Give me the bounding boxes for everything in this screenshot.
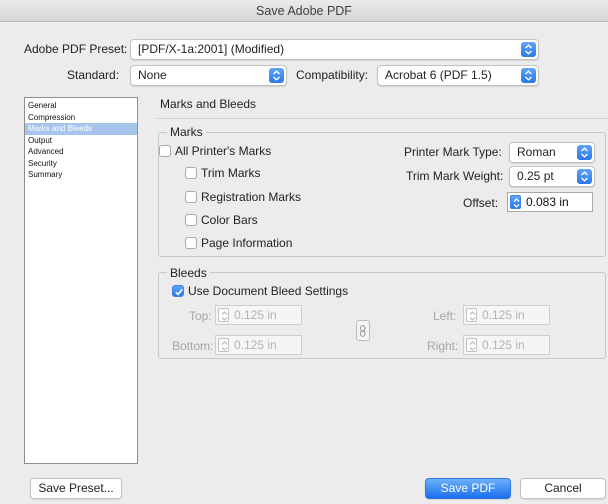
chevron-updown-icon bbox=[269, 68, 284, 83]
right-field[interactable]: 0.125 in bbox=[463, 335, 550, 355]
cancel-button[interactable]: Cancel bbox=[520, 478, 606, 499]
offset-field[interactable]: 0.083 in bbox=[507, 192, 593, 212]
page-information-label: Page Information bbox=[201, 236, 293, 250]
left-label: Left: bbox=[433, 309, 457, 323]
mark-type-value: Roman bbox=[517, 145, 556, 159]
registration-marks-label: Registration Marks bbox=[201, 190, 302, 204]
compat-value: Acrobat 6 (PDF 1.5) bbox=[385, 68, 492, 82]
left-field[interactable]: 0.125 in bbox=[463, 305, 550, 325]
all-printers-marks-label: All Printer's Marks bbox=[175, 144, 272, 158]
checkmark-icon bbox=[175, 288, 183, 296]
offset-label: Offset: bbox=[463, 196, 499, 210]
offset-value: 0.083 in bbox=[526, 195, 569, 209]
stepper-icon[interactable] bbox=[510, 195, 521, 209]
trim-marks-label: Trim Marks bbox=[201, 166, 261, 180]
trim-weight-popup[interactable]: 0.25 pt bbox=[509, 166, 595, 187]
trim-marks-checkbox[interactable] bbox=[185, 167, 197, 179]
mark-type-popup[interactable]: Roman bbox=[509, 142, 595, 163]
chain-link-icon[interactable] bbox=[356, 320, 370, 341]
top-label: Top: bbox=[189, 309, 212, 323]
sidebar-item-compression[interactable]: Compression bbox=[25, 112, 137, 124]
preset-popup[interactable]: [PDF/X-1a:2001] (Modified) bbox=[130, 39, 539, 60]
color-bars-label: Color Bars bbox=[201, 213, 258, 227]
sidebar-item-marks-and-bleeds[interactable]: Marks and Bleeds bbox=[25, 123, 137, 135]
sidebar-item-advanced[interactable]: Advanced bbox=[25, 146, 137, 158]
window-title: Save Adobe PDF bbox=[0, 0, 608, 22]
standard-label: Standard: bbox=[67, 68, 120, 82]
section-title: Marks and Bleeds bbox=[160, 97, 257, 111]
right-value: 0.125 in bbox=[482, 338, 525, 352]
chevron-updown-icon bbox=[577, 169, 592, 184]
marks-legend: Marks bbox=[167, 125, 206, 139]
use-doc-bleed-checkbox[interactable] bbox=[172, 285, 184, 297]
bleeds-legend: Bleeds bbox=[167, 266, 210, 280]
standard-value: None bbox=[138, 68, 167, 82]
trim-weight-label: Trim Mark Weight: bbox=[406, 169, 504, 183]
sidebar: General Compression Marks and Bleeds Out… bbox=[24, 97, 138, 464]
use-doc-bleed-label: Use Document Bleed Settings bbox=[188, 284, 349, 298]
preset-value: [PDF/X-1a:2001] (Modified) bbox=[138, 42, 285, 56]
compat-label: Compatibility: bbox=[296, 68, 369, 82]
chevron-updown-icon bbox=[577, 145, 592, 160]
bottom-field[interactable]: 0.125 in bbox=[215, 335, 302, 355]
preset-label: Adobe PDF Preset: bbox=[24, 42, 128, 56]
compat-popup[interactable]: Acrobat 6 (PDF 1.5) bbox=[377, 65, 539, 86]
section-divider bbox=[157, 118, 608, 119]
left-value: 0.125 in bbox=[482, 308, 525, 322]
trim-weight-value: 0.25 pt bbox=[517, 169, 554, 183]
stepper-icon bbox=[218, 308, 229, 322]
standard-popup[interactable]: None bbox=[130, 65, 287, 86]
color-bars-checkbox[interactable] bbox=[185, 214, 197, 226]
sidebar-item-general[interactable]: General bbox=[25, 100, 137, 112]
stepper-icon bbox=[218, 338, 229, 352]
mark-type-label: Printer Mark Type: bbox=[404, 145, 502, 159]
stepper-icon bbox=[466, 338, 477, 352]
sidebar-item-summary[interactable]: Summary bbox=[25, 169, 137, 181]
chevron-updown-icon bbox=[521, 42, 536, 57]
bottom-label: Bottom: bbox=[172, 339, 214, 353]
save-pdf-button[interactable]: Save PDF bbox=[425, 478, 511, 499]
sidebar-item-security[interactable]: Security bbox=[25, 158, 137, 170]
save-preset-button[interactable]: Save Preset... bbox=[30, 478, 122, 499]
bottom-value: 0.125 in bbox=[234, 338, 277, 352]
page-information-checkbox[interactable] bbox=[185, 237, 197, 249]
top-field[interactable]: 0.125 in bbox=[215, 305, 302, 325]
all-printers-marks-checkbox[interactable] bbox=[159, 145, 171, 157]
chevron-updown-icon bbox=[521, 68, 536, 83]
sidebar-item-output[interactable]: Output bbox=[25, 135, 137, 147]
top-value: 0.125 in bbox=[234, 308, 277, 322]
registration-marks-checkbox[interactable] bbox=[185, 191, 197, 203]
right-label: Right: bbox=[427, 339, 459, 353]
stepper-icon bbox=[466, 308, 477, 322]
